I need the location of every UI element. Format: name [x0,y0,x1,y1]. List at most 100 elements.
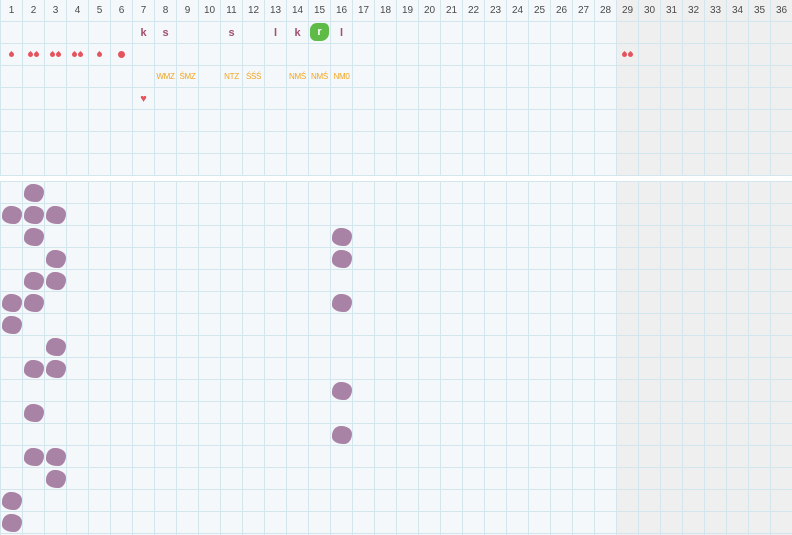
scribble-mark-icon[interactable] [46,206,66,224]
day-number[interactable]: 24 [507,0,528,22]
day-number[interactable]: 16 [331,0,352,22]
day-number[interactable]: 30 [639,0,660,22]
day-number[interactable]: 36 [771,0,792,22]
scribble-mark-icon[interactable] [24,360,44,378]
mucus-code[interactable]: NM0 [331,66,352,88]
day-number[interactable]: 31 [661,0,682,22]
day-number[interactable]: 28 [595,0,616,22]
scribble-mark-icon[interactable] [46,360,66,378]
bleeding-cell-day-4[interactable] [67,44,88,66]
day-number[interactable]: 20 [419,0,440,22]
grid-row-line [0,203,792,204]
day-number[interactable]: 11 [221,0,242,22]
day-number[interactable]: 29 [617,0,638,22]
day-number[interactable]: 33 [705,0,726,22]
day-number[interactable]: 2 [23,0,44,22]
scribble-mark-icon[interactable] [24,272,44,290]
observation-letter-l[interactable]: l [265,22,286,44]
mucus-code[interactable]: NMŚ [309,66,330,88]
mucus-code[interactable]: ŚMZ [177,66,198,88]
day-number[interactable]: 8 [155,0,176,22]
scribble-mark-icon[interactable] [46,272,66,290]
observation-letter-s[interactable]: s [221,22,242,44]
scribble-mark-icon[interactable] [332,426,352,444]
scribble-mark-icon[interactable] [2,294,22,312]
scribble-mark-icon[interactable] [2,514,22,532]
scribble-mark-icon[interactable] [332,250,352,268]
bleeding-cell-day-1[interactable] [1,44,22,66]
heart-icon[interactable]: ♥ [133,88,154,110]
blood-drop-icon [626,51,635,59]
observation-letter-k[interactable]: k [287,22,308,44]
day-number[interactable]: 21 [441,0,462,22]
grid-row-line [0,131,792,132]
day-number[interactable]: 17 [353,0,374,22]
grid-row-line [0,291,792,292]
grid-column-line [220,182,221,535]
grid-column-line [352,182,353,535]
day-number[interactable]: 35 [749,0,770,22]
observation-letter-s[interactable]: s [155,22,176,44]
day-number[interactable]: 4 [67,0,88,22]
day-number[interactable]: 18 [375,0,396,22]
grid-column-line [484,182,485,535]
day-number[interactable]: 7 [133,0,154,22]
scribble-mark-icon[interactable] [46,470,66,488]
mucus-code[interactable]: ŚŚŚ [243,66,264,88]
scribble-mark-icon[interactable] [46,448,66,466]
scribble-mark-icon[interactable] [24,184,44,202]
day-number[interactable]: 19 [397,0,418,22]
day-number[interactable]: 3 [45,0,66,22]
scribble-mark-icon[interactable] [2,492,22,510]
day-number[interactable]: 14 [287,0,308,22]
day-number[interactable]: 5 [89,0,110,22]
scribble-mark-icon[interactable] [2,206,22,224]
day-number[interactable]: 32 [683,0,704,22]
scribble-mark-icon[interactable] [24,228,44,246]
day-number[interactable]: 13 [265,0,286,22]
day-number[interactable]: 25 [529,0,550,22]
scribble-mark-icon[interactable] [46,250,66,268]
day-number[interactable]: 15 [309,0,330,22]
day-number[interactable]: 26 [551,0,572,22]
day-number[interactable]: 27 [573,0,594,22]
scribble-mark-icon[interactable] [24,404,44,422]
scribble-mark-icon[interactable] [2,316,22,334]
mucus-code[interactable]: NTZ [221,66,242,88]
blood-drop-icon [76,51,85,59]
cycle-chart: 1 2 3 4 5 6 7 8 9 10 11 12 13 14 15 16 17 18 19 20 21 22 23 24 2… [0,0,792,535]
grid-row-line [0,533,792,534]
day-number[interactable]: 22 [463,0,484,22]
scribble-mark-icon[interactable] [24,294,44,312]
bleeding-cell-day-5[interactable] [89,44,110,66]
grid-row-line [0,109,792,110]
observation-letter-k[interactable]: k [133,22,154,44]
scribble-mark-icon[interactable] [332,294,352,312]
bleeding-cell-day-3[interactable] [45,44,66,66]
day-number[interactable]: 12 [243,0,264,22]
mucus-code[interactable]: WMZ [155,66,176,88]
observation-letter-l[interactable]: l [331,22,352,44]
bleeding-cell-day-2[interactable] [23,44,44,66]
grid-column-line [22,182,23,535]
day-number[interactable]: 34 [727,0,748,22]
scribble-mark-icon[interactable] [24,206,44,224]
scribble-mark-icon[interactable] [46,338,66,356]
day-number[interactable]: 1 [1,0,22,22]
day-number[interactable]: 6 [111,0,132,22]
bleeding-cell-day-6[interactable] [111,44,132,66]
blood-drop-icon [95,51,104,59]
grid-column-line [638,182,639,535]
grid-column-line [44,182,45,535]
scribble-mark-icon[interactable] [332,228,352,246]
grid-column-line [440,182,441,535]
day-number[interactable]: 23 [485,0,506,22]
scribble-mark-icon[interactable] [332,382,352,400]
bleeding-cell-day-29[interactable] [617,44,638,66]
day-number[interactable]: 9 [177,0,198,22]
day-number[interactable]: 10 [199,0,220,22]
grid-column-line [88,182,89,535]
scribble-mark-icon[interactable] [24,448,44,466]
mucus-code[interactable]: NMŚ [287,66,308,88]
highlighted-letter-r[interactable]: r [310,23,329,41]
